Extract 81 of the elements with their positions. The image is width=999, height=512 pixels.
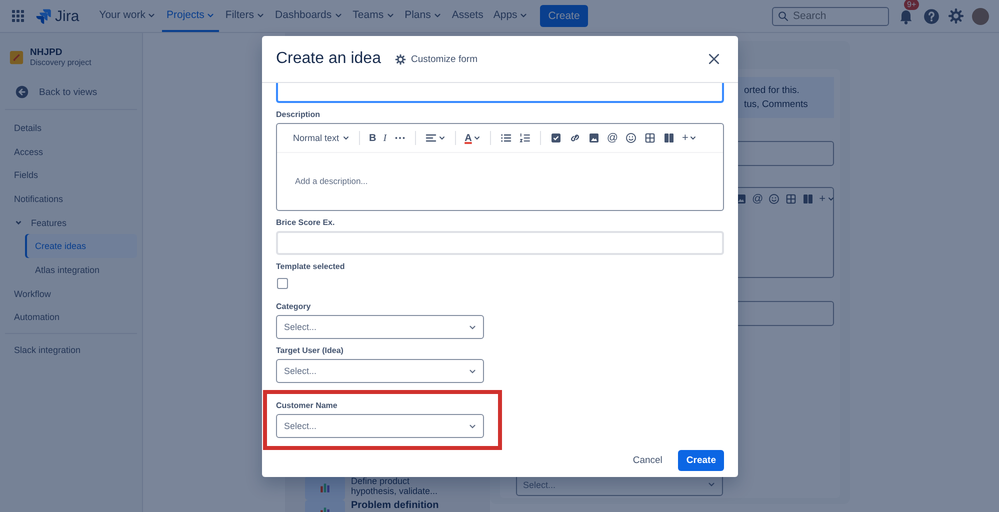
columns-icon xyxy=(802,193,814,205)
field-label: Category xyxy=(276,302,312,311)
info-text: tus, Comments xyxy=(744,99,809,110)
select-field[interactable]: Select... xyxy=(276,359,484,383)
nav-menu-item[interactable]: Plans xyxy=(400,0,446,32)
sidebar-item[interactable]: Fields xyxy=(5,163,137,188)
field-label: Description xyxy=(276,110,322,119)
notification-badge: 9+ xyxy=(904,0,920,10)
align-icon xyxy=(424,132,437,144)
gear-icon xyxy=(394,54,406,64)
insert-button[interactable]: + xyxy=(817,191,837,207)
logo-icon xyxy=(34,7,52,25)
field-label: Customer Name xyxy=(276,401,338,410)
smiley-icon xyxy=(768,193,780,205)
numbered-list-icon xyxy=(518,132,531,144)
image-icon xyxy=(588,132,600,144)
back-label: Back to views xyxy=(39,86,98,98)
select-field[interactable]: Select... xyxy=(276,315,484,339)
checkbox[interactable] xyxy=(277,278,288,289)
sidebar-item[interactable]: Workflow xyxy=(5,282,137,306)
sidebar-item[interactable]: Create ideas xyxy=(25,234,137,258)
sidebar-item[interactable]: Access xyxy=(5,140,137,164)
nav-menu-item[interactable]: Dashboards xyxy=(271,0,347,32)
text-color-button[interactable]: A xyxy=(462,130,483,146)
dialog-title: Create an idea xyxy=(276,50,381,68)
text-style-button[interactable]: Normal text xyxy=(291,131,352,145)
emoji-button[interactable] xyxy=(623,130,639,146)
nav-menu-item[interactable]: Assets xyxy=(448,0,488,32)
caret-icon xyxy=(707,480,716,489)
table-icon xyxy=(785,193,798,205)
grid-icon[interactable] xyxy=(10,8,26,24)
checkbox-icon xyxy=(550,132,562,144)
sidebar-item[interactable]: Features xyxy=(5,210,137,234)
field-label: Template selected xyxy=(276,262,346,271)
field-label: Brice Score Ex. xyxy=(276,218,336,227)
mention-button[interactable]: @ xyxy=(750,191,766,207)
italic-button[interactable]: I xyxy=(381,130,389,146)
nav-menu-item[interactable]: Teams xyxy=(348,0,399,32)
text-input[interactable] xyxy=(276,83,724,103)
card-text: Problem definition xyxy=(351,500,439,512)
smiley-icon xyxy=(625,132,637,144)
columns-icon xyxy=(663,132,675,144)
nav-menu-item[interactable]: Projects xyxy=(162,0,220,32)
help-icon[interactable] xyxy=(923,8,940,24)
mention-button[interactable]: @ xyxy=(604,130,620,146)
chevron-icon xyxy=(14,218,23,228)
editor-placeholder: Add a description... xyxy=(295,176,368,186)
create-button[interactable]: Create xyxy=(540,5,588,27)
link-icon xyxy=(568,132,581,144)
sidebar-item[interactable]: Atlas integration xyxy=(25,258,137,282)
avatar[interactable] xyxy=(972,8,989,24)
nav-menu-item[interactable]: Your work xyxy=(95,0,160,32)
cancel-button[interactable]: Cancel xyxy=(624,450,670,471)
create-button[interactable]: Create xyxy=(678,450,724,471)
gear-icon[interactable] xyxy=(948,8,964,24)
sidebar-item[interactable]: Slack integration xyxy=(5,338,137,362)
sidebar-item[interactable]: Automation xyxy=(5,306,137,330)
field-label: Target User (Idea) xyxy=(276,346,344,355)
nav-menu-item[interactable]: Apps xyxy=(489,0,532,32)
sidebar-item[interactable]: Notifications xyxy=(5,187,137,211)
close-icon xyxy=(707,52,721,66)
search-field[interactable]: Search xyxy=(772,6,889,26)
bar-chart-icon xyxy=(318,481,332,495)
project-name: NHJPD xyxy=(30,47,64,58)
insert-button[interactable]: + xyxy=(680,130,700,146)
project-type: Discovery project xyxy=(30,58,92,67)
select-field[interactable]: Select... xyxy=(276,414,484,438)
back-link[interactable]: Back to views xyxy=(5,77,137,110)
nav-menu-item[interactable]: Filters xyxy=(221,0,270,32)
table-icon xyxy=(644,132,656,144)
rich-text-editor[interactable]: Normal text B I A @ + Add a description... xyxy=(276,123,724,211)
info-text: orted for this. xyxy=(744,85,800,96)
bullet-list-icon xyxy=(500,132,512,144)
product-name: Jira xyxy=(55,8,80,24)
card-text: Define product xyxy=(351,476,411,486)
search-icon xyxy=(777,10,789,22)
project-icon xyxy=(9,50,24,64)
sidebar-item[interactable]: Details xyxy=(5,116,137,140)
card-text: hypothesis, validate... xyxy=(351,486,438,497)
bold-button[interactable]: B xyxy=(367,130,378,146)
customize-form-link[interactable]: Customize form xyxy=(394,54,478,64)
